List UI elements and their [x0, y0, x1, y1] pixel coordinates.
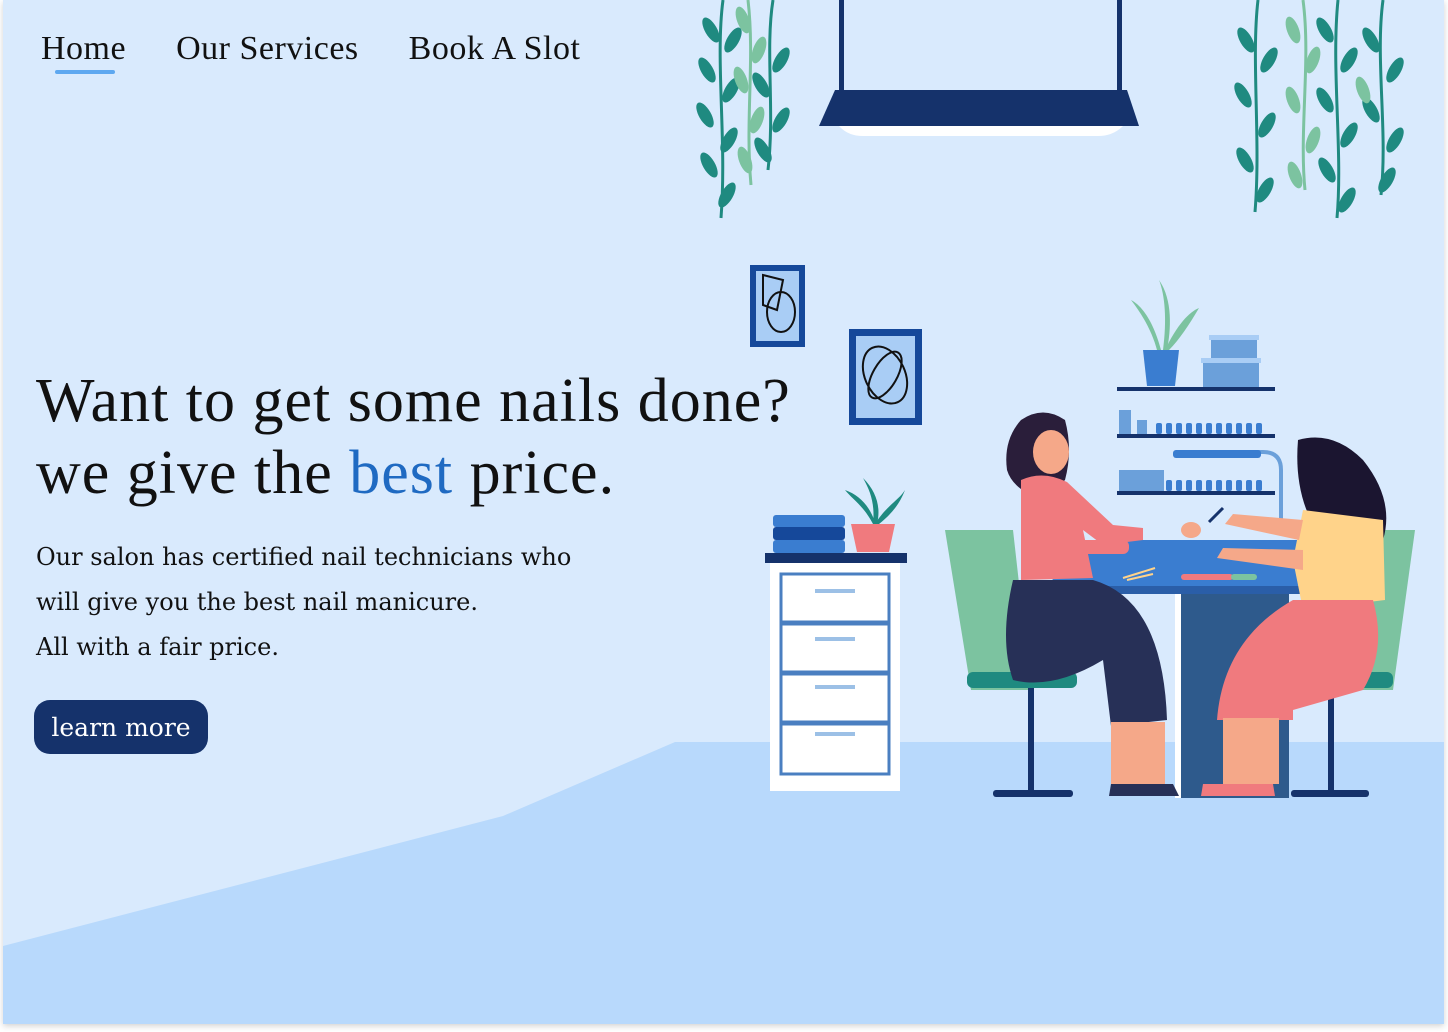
ceiling-lamp-icon	[819, 0, 1139, 136]
wall-frame-small-icon	[750, 265, 805, 347]
hanging-plant-right-icon	[1234, 0, 1404, 219]
landing-page: Home Our Services Book A Slot Want to ge…	[3, 0, 1444, 1024]
wall-frame-large-icon	[849, 329, 922, 425]
hanging-plant-left-icon	[696, 0, 790, 219]
nail-salon-illustration	[696, 0, 1415, 798]
drawer-cabinet-icon	[765, 478, 907, 791]
nail-polish-shelf-icon	[1117, 280, 1283, 530]
client-woman-icon	[1006, 412, 1201, 796]
